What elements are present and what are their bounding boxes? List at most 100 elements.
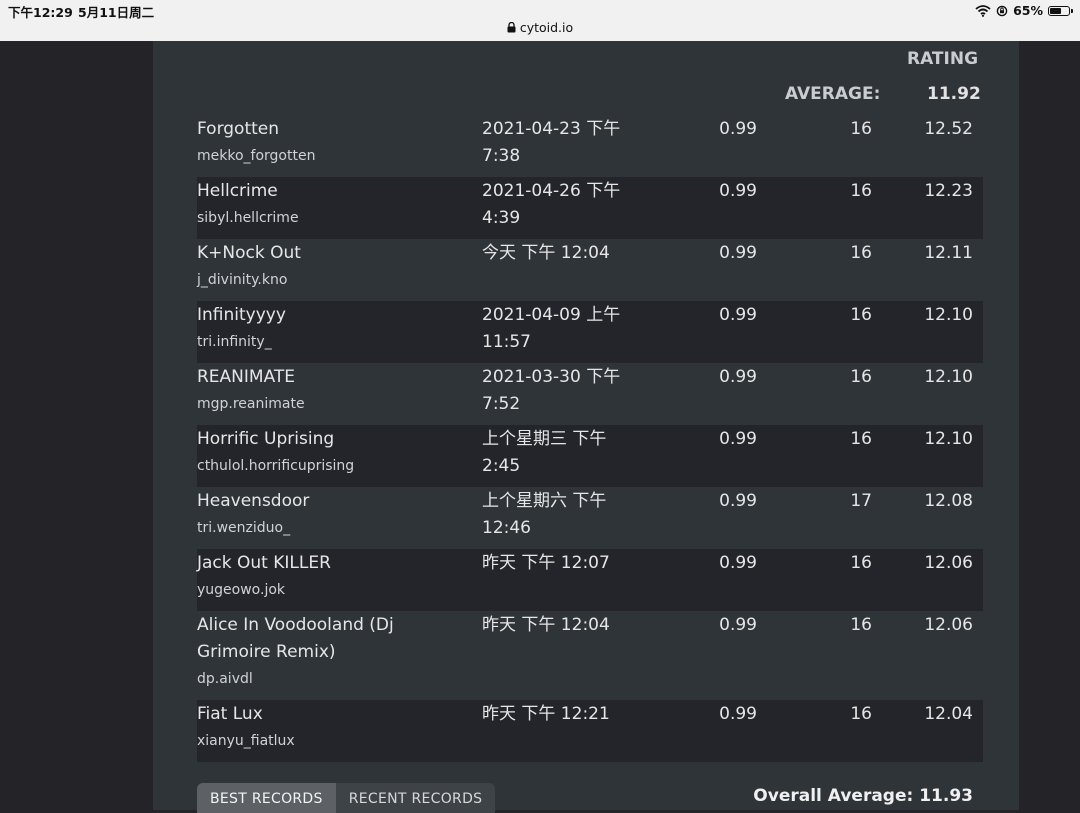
chart-id: tri.wenziduo_ bbox=[197, 520, 291, 536]
record-title-cell: Alice In Voodooland (Dj Grimoire Remix) d… bbox=[197, 612, 467, 693]
battery-percent: 65% bbox=[1013, 3, 1043, 18]
orientation-lock-icon bbox=[996, 5, 1008, 16]
record-accuracy: 0.99 bbox=[719, 181, 757, 201]
chart-title[interactable]: Infinityyyy bbox=[197, 302, 467, 329]
chart-title[interactable]: Hellcrime bbox=[197, 178, 467, 205]
records-table: Forgotten mekko_forgotten 2021-04-23 下午 7:… bbox=[197, 115, 983, 762]
record-title-cell: Infinityyyy tri.infinity_ bbox=[197, 302, 467, 356]
average-value: 11.92 bbox=[927, 84, 981, 104]
record-date: 昨天 下午 12:07 bbox=[482, 553, 610, 573]
record-accuracy: 0.99 bbox=[719, 491, 757, 511]
record-rating: 12.11 bbox=[924, 243, 973, 263]
record-rating: 12.10 bbox=[924, 367, 973, 387]
record-accuracy: 0.99 bbox=[719, 305, 757, 325]
chart-title[interactable]: REANIMATE bbox=[197, 364, 467, 391]
table-row[interactable]: Heavensdoor tri.wenziduo_ 上个星期六 下午 12:46 0.… bbox=[197, 487, 983, 549]
records-tabs: BEST RECORDS RECENT RECORDS bbox=[197, 783, 496, 813]
record-date: 昨天 下午 12:04 bbox=[482, 615, 610, 635]
record-accuracy: 0.99 bbox=[719, 704, 757, 724]
records-panel: RATING AVERAGE: 11.92 Forgotten mekko_for… bbox=[153, 41, 1019, 813]
record-level: 16 bbox=[850, 429, 872, 449]
record-level: 16 bbox=[850, 243, 872, 263]
record-title-cell: Horrific Uprising cthulol.horrificuprisin… bbox=[197, 426, 467, 480]
record-level: 16 bbox=[850, 615, 872, 635]
record-level: 16 bbox=[850, 704, 872, 724]
chart-id: j_divinity.kno bbox=[197, 272, 288, 288]
overall-average: Overall Average: 11.93 bbox=[753, 786, 973, 806]
record-level: 16 bbox=[850, 181, 872, 201]
table-row[interactable]: REANIMATE mgp.reanimate 2021-03-30 下午 7:52… bbox=[197, 363, 983, 425]
chart-title[interactable]: Horrific Uprising bbox=[197, 426, 467, 453]
record-rating: 12.10 bbox=[924, 429, 973, 449]
record-date: 2021-04-26 下午 4:39 bbox=[482, 181, 621, 228]
address-bar[interactable]: cytoid.io bbox=[0, 20, 1080, 35]
record-level: 17 bbox=[850, 491, 872, 511]
chart-title[interactable]: Fiat Lux bbox=[197, 701, 467, 728]
rating-column-header: RATING bbox=[907, 49, 979, 69]
table-row[interactable]: Fiat Lux xianyu_fiatlux 昨天 下午 12:21 0.99 16 1… bbox=[197, 700, 983, 762]
chart-id: mgp.reanimate bbox=[197, 396, 305, 412]
table-row[interactable]: Horrific Uprising cthulol.horrificuprisin… bbox=[197, 425, 983, 487]
record-rating: 12.52 bbox=[924, 119, 973, 139]
record-date: 上个星期三 下午 2:45 bbox=[482, 429, 607, 476]
status-time: 下午12:29 bbox=[8, 5, 73, 20]
table-row[interactable]: K+Nock Out j_divinity.kno 今天 下午 12:04 0.99 1… bbox=[197, 239, 983, 301]
record-title-cell: REANIMATE mgp.reanimate bbox=[197, 364, 467, 418]
table-row[interactable]: Alice In Voodooland (Dj Grimoire Remix) d… bbox=[197, 611, 983, 700]
tab-recent-records[interactable]: RECENT RECORDS bbox=[335, 783, 496, 813]
record-title-cell: Hellcrime sibyl.hellcrime bbox=[197, 178, 467, 232]
record-accuracy: 0.99 bbox=[719, 553, 757, 573]
record-date: 今天 下午 12:04 bbox=[482, 243, 610, 263]
record-rating: 12.04 bbox=[924, 704, 973, 724]
record-level: 16 bbox=[850, 553, 872, 573]
url-text: cytoid.io bbox=[519, 20, 574, 35]
wifi-icon bbox=[975, 4, 991, 17]
record-accuracy: 0.99 bbox=[719, 615, 757, 635]
chart-title[interactable]: Forgotten bbox=[197, 116, 467, 143]
record-date: 2021-04-23 下午 7:38 bbox=[482, 119, 621, 166]
record-rating: 12.10 bbox=[924, 305, 973, 325]
chart-id: mekko_forgotten bbox=[197, 148, 316, 164]
chart-title[interactable]: Alice In Voodooland (Dj Grimoire Remix) bbox=[197, 612, 467, 666]
record-date: 昨天 下午 12:21 bbox=[482, 704, 610, 724]
status-indicators: 65% bbox=[975, 3, 1073, 18]
status-date: 5月11日周二 bbox=[78, 5, 155, 20]
record-date: 2021-04-09 上午 11:57 bbox=[482, 305, 621, 352]
chart-id: dp.aivdl bbox=[197, 671, 253, 687]
record-date: 上个星期六 下午 12:46 bbox=[482, 491, 607, 538]
chart-title[interactable]: Heavensdoor bbox=[197, 488, 467, 515]
chart-title[interactable]: K+Nock Out bbox=[197, 240, 467, 267]
chart-id: yugeowo.jok bbox=[197, 582, 286, 598]
chart-id: cthulol.horrificuprising bbox=[197, 458, 355, 474]
chart-id: sibyl.hellcrime bbox=[197, 210, 299, 226]
average-label: AVERAGE: bbox=[785, 84, 881, 104]
chart-id: xianyu_fiatlux bbox=[197, 733, 295, 749]
status-bar: 下午12:29 5月11日周二 cytoid.io 65% bbox=[0, 0, 1080, 41]
record-accuracy: 0.99 bbox=[719, 367, 757, 387]
record-title-cell: Jack Out KILLER yugeowo.jok bbox=[197, 550, 467, 604]
record-accuracy: 0.99 bbox=[719, 429, 757, 449]
record-accuracy: 0.99 bbox=[719, 243, 757, 263]
record-level: 16 bbox=[850, 119, 872, 139]
record-title-cell: Forgotten mekko_forgotten bbox=[197, 116, 467, 170]
lock-icon bbox=[507, 22, 516, 33]
record-level: 16 bbox=[850, 367, 872, 387]
record-title-cell: Heavensdoor tri.wenziduo_ bbox=[197, 488, 467, 542]
record-title-cell: K+Nock Out j_divinity.kno bbox=[197, 240, 467, 294]
record-rating: 12.23 bbox=[924, 181, 973, 201]
chart-id: tri.infinity_ bbox=[197, 334, 272, 350]
table-row[interactable]: Infinityyyy tri.infinity_ 2021-04-09 上午 11… bbox=[197, 301, 983, 363]
record-rating: 12.06 bbox=[924, 615, 973, 635]
record-title-cell: Fiat Lux xianyu_fiatlux bbox=[197, 701, 467, 755]
record-date: 2021-03-30 下午 7:52 bbox=[482, 367, 621, 414]
chart-title[interactable]: Jack Out KILLER bbox=[197, 550, 467, 577]
table-row[interactable]: Jack Out KILLER yugeowo.jok 昨天 下午 12:07 0.9… bbox=[197, 549, 983, 611]
record-level: 16 bbox=[850, 305, 872, 325]
table-row[interactable]: Hellcrime sibyl.hellcrime 2021-04-26 下午 4:… bbox=[197, 177, 983, 239]
tab-best-records[interactable]: BEST RECORDS bbox=[197, 783, 336, 813]
record-accuracy: 0.99 bbox=[719, 119, 757, 139]
battery-icon bbox=[1048, 5, 1073, 16]
table-row[interactable]: Forgotten mekko_forgotten 2021-04-23 下午 7:… bbox=[197, 115, 983, 177]
record-rating: 12.06 bbox=[924, 553, 973, 573]
record-rating: 12.08 bbox=[924, 491, 973, 511]
